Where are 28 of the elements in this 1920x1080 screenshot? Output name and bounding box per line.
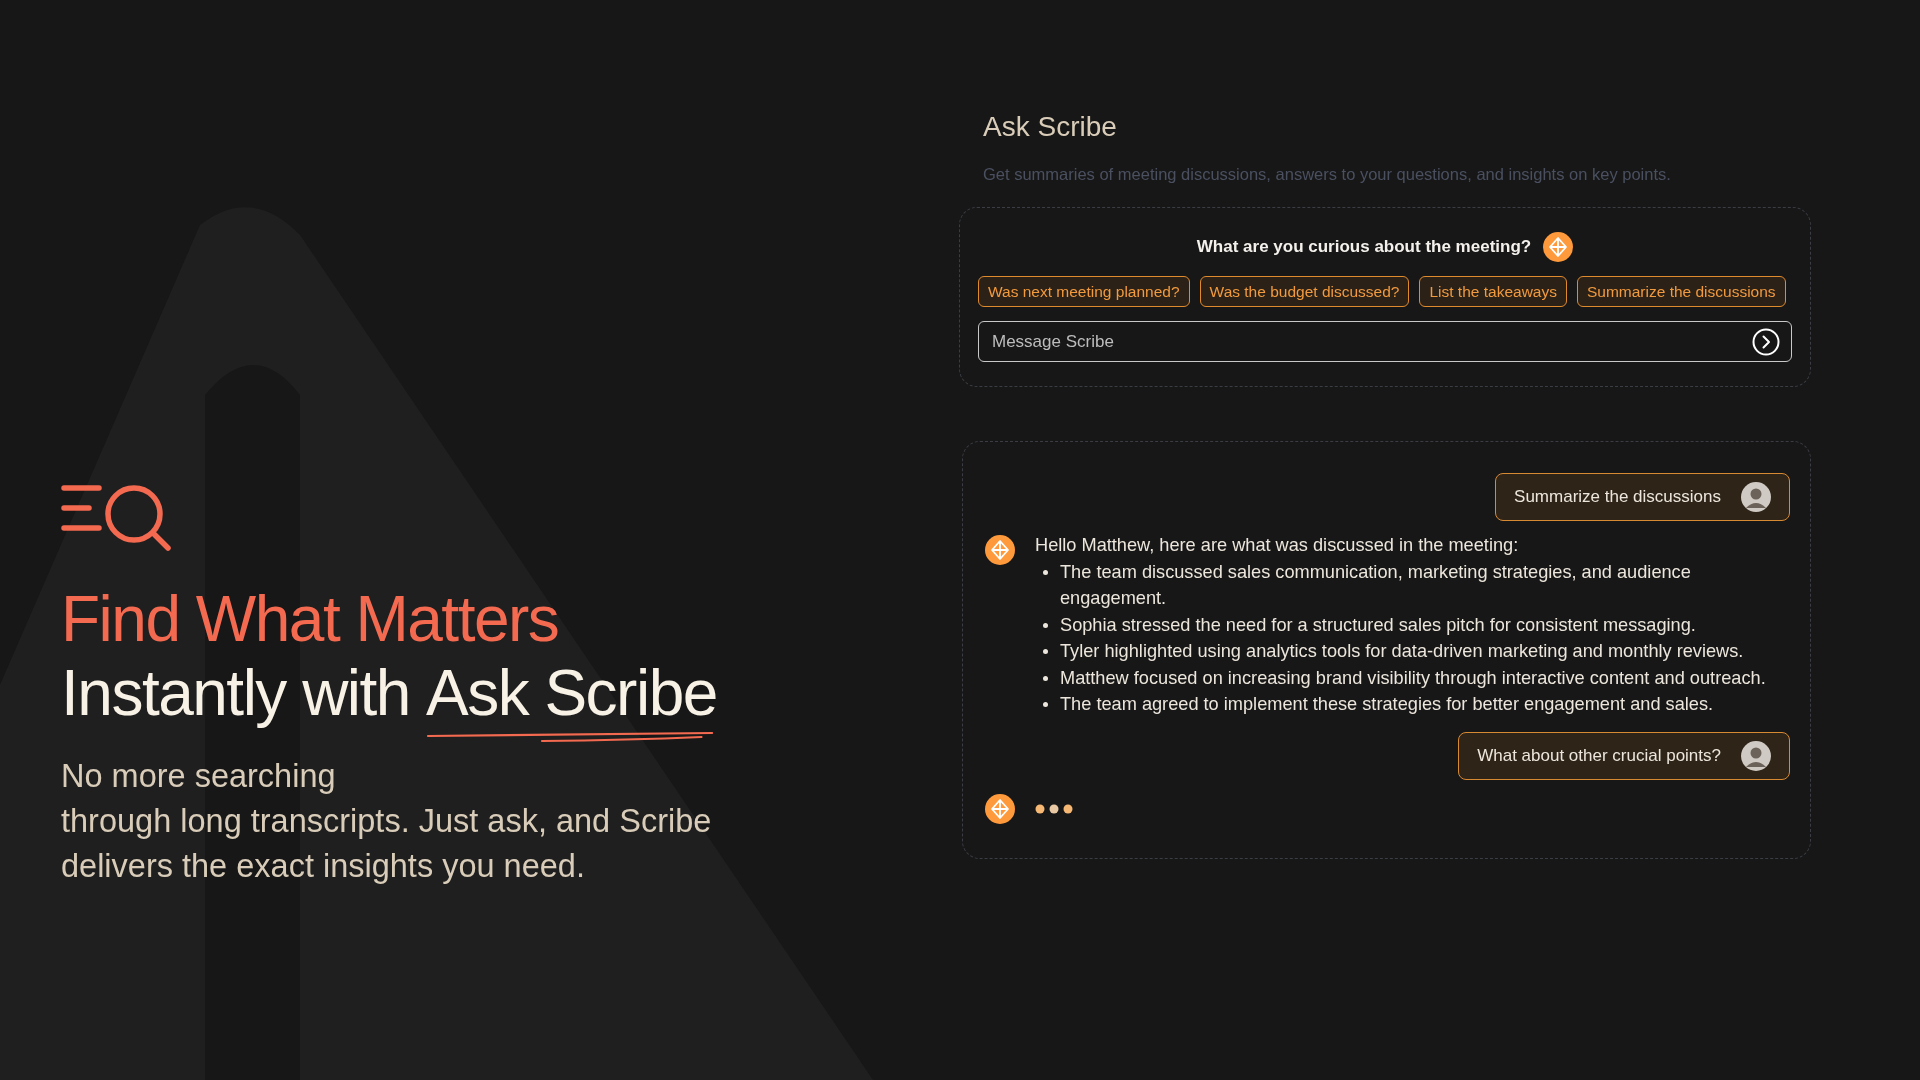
bullet-point: The team discussed sales communication, marketing strategies, and audience engagement. [1043, 558, 1790, 612]
scribe-logo-icon [1543, 231, 1574, 262]
avatar-icon [1741, 740, 1771, 771]
panel-title: Ask Scribe [982, 110, 1117, 144]
bullet-point: Sophia stressed the need for a structured sales pitch for consistent messaging. [1043, 611, 1790, 638]
bullet-point: Tyler highlighted using analytics tools for data-driven marketing and monthly reviews. [1043, 638, 1790, 665]
bullet-point: Matthew focused on increasing brand visibility through interactive content and outreach. [1043, 664, 1790, 691]
prompt-text: What are you curious about the meeting? [1196, 236, 1532, 258]
headline: Instantly with [61, 656, 410, 730]
suggestion-chip[interactable]: Summarize the discussions [1576, 275, 1786, 307]
message-text: Hello Matthew, here are what was discussed in the meeting: [1035, 534, 1520, 557]
scribe-logo-icon [985, 535, 1015, 565]
headline-highlight: Ask Scribe [425, 657, 717, 729]
typing-indicator-icon [1035, 803, 1075, 814]
scribe-logo-icon [985, 793, 1015, 824]
search-logo-icon [61, 482, 173, 554]
avatar-icon [1741, 482, 1771, 512]
suggestion-chip[interactable]: Was the budget discussed? [1199, 275, 1410, 307]
suggestion-chip[interactable]: Was next meeting planned? [978, 275, 1190, 307]
send-icon[interactable] [1752, 327, 1780, 356]
suggestion-chip[interactable]: List the takeaways [1419, 275, 1567, 307]
headline: Find What Matters [61, 582, 559, 656]
message-text: Summarize the discussions [1514, 486, 1721, 509]
message-input[interactable]: Message Scribe [978, 321, 1792, 362]
panel-subtitle: Get summaries of meeting discussions, answers to your questions, and insights on key points. [982, 164, 1671, 185]
bullet-point: The team agreed to implement these strategies for better engagement and sales. [1043, 691, 1790, 718]
message-text: What about other crucial points? [1477, 744, 1721, 767]
description: No more searching through long transcripts. Just ask, and Scribe delivers the exact insights you need. [61, 757, 713, 886]
